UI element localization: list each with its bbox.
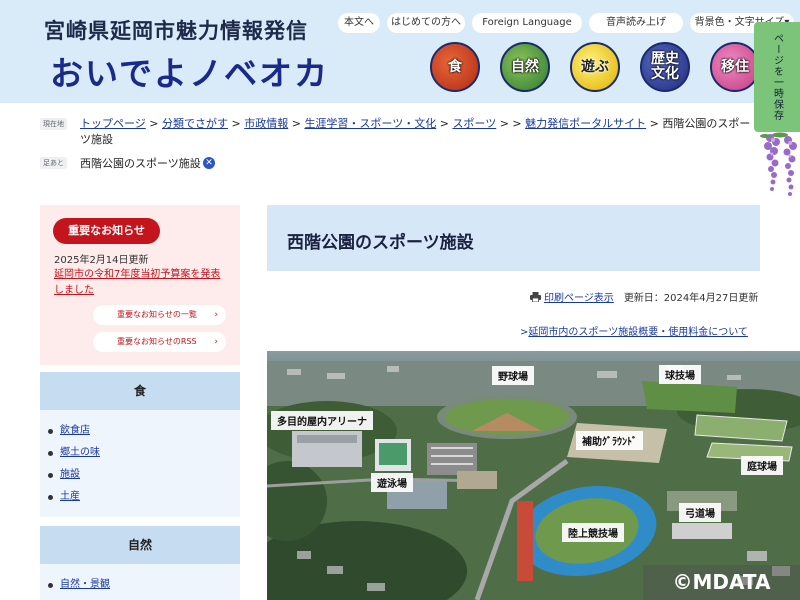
site-subtitle[interactable]: 宮崎県延岡市魅力情報発信: [44, 15, 308, 45]
migration-label: 移住: [721, 58, 749, 75]
close-icon[interactable]: ✕: [203, 157, 215, 169]
save-page-label: ページを一時保存: [771, 33, 783, 121]
site-logo[interactable]: おいでよノベオカ: [50, 47, 329, 95]
first-visitors-button[interactable]: はじめての方へ: [387, 13, 465, 33]
breadcrumb-city-info[interactable]: 市政情報: [244, 117, 288, 130]
skip-to-content-button[interactable]: 本文へ: [338, 13, 380, 33]
sidebar-item-souvenirs[interactable]: 土産: [48, 486, 240, 508]
updated-date: 更新日：2024年4月27日更新: [623, 293, 759, 304]
breadcrumb: トップページ > 分類でさがす > 市政情報 > 生涯学習・スポーツ・文化 > …: [80, 117, 751, 146]
label-archery: 弓道場: [679, 503, 721, 522]
label-swimming: 遊泳場: [371, 473, 413, 492]
play-label: 遊ぶ: [581, 58, 609, 75]
breadcrumb-lifelong-learning[interactable]: 生涯学習・スポーツ・文化: [304, 117, 436, 130]
sidebar-section-food: 食 飲食店 郷土の味 施設 土産: [40, 372, 240, 517]
notice-list-label: 重要なお知らせの一覧: [117, 310, 197, 319]
page-title: 西階公園のスポーツ施設: [287, 233, 474, 253]
site-header: 宮崎県延岡市魅力情報発信 おいでよノベオカ 本文へ はじめての方へ Foreig…: [0, 0, 800, 103]
label-baseball: 野球場: [492, 366, 534, 385]
copyright-watermark: ©MDATA: [643, 565, 800, 600]
history-label: 足あと: [40, 157, 67, 169]
related-link-text: 延岡市内のスポーツ施設概要・使用料金について: [528, 327, 748, 338]
sidebar-item-scenery[interactable]: 自然・景観: [48, 574, 240, 596]
notice-rss-label: 重要なお知らせのRSS: [117, 337, 197, 346]
sidebar-section-nature: 自然 自然・景観: [40, 526, 240, 600]
chevron-right-icon: ›: [214, 310, 218, 320]
history-label: 歴史 文化: [651, 51, 679, 82]
print-page-link[interactable]: 印刷ページ表示: [544, 293, 614, 304]
label-auxiliary-ground: 補助ｸﾞﾗｳﾝﾄﾞ: [576, 431, 643, 450]
related-link[interactable]: >延岡市内のスポーツ施設概要・使用料金について: [520, 323, 748, 338]
save-page-tab[interactable]: ページを一時保存: [754, 22, 800, 132]
page-title-box: 西階公園のスポーツ施設: [267, 205, 760, 271]
footprint-item[interactable]: 西階公園のスポーツ施設: [80, 155, 201, 171]
breadcrumb-sports[interactable]: スポーツ: [452, 117, 496, 130]
current-location-label: 現在地: [40, 118, 67, 130]
breadcrumb-top[interactable]: トップページ: [80, 117, 146, 130]
important-notices: 重要なお知らせ 2025年2月14日更新 延岡市の令和7年度当初予算案を発表しま…: [40, 205, 240, 365]
category-play[interactable]: 遊ぶ: [570, 42, 620, 92]
utility-nav: 本文へ はじめての方へ Foreign Language 音声読み上げ 背景色・…: [338, 13, 794, 33]
nature-label: 自然: [511, 58, 539, 75]
print-icon: [530, 292, 541, 302]
breadcrumb-category[interactable]: 分類でさがす: [162, 117, 228, 130]
category-nav: 食 自然 遊ぶ 歴史 文化 移住: [430, 42, 760, 92]
notice-link[interactable]: 延岡市の令和7年度当初予算案を発表しました: [54, 267, 230, 299]
chevron-right-icon: ›: [214, 337, 218, 347]
notice-badge: 重要なお知らせ: [53, 218, 160, 244]
sidebar-item-facilities[interactable]: 施設: [48, 464, 240, 486]
sidebar-heading-food: 食: [40, 372, 240, 410]
text-to-speech-button[interactable]: 音声読み上げ: [589, 13, 683, 33]
aerial-photo-image: [267, 351, 800, 600]
label-indoor-arena: 多目的屋内アリーナ: [271, 411, 373, 430]
sidebar-item-local-cuisine[interactable]: 郷土の味: [48, 442, 240, 464]
breadcrumb-portal[interactable]: 魅力発信ポータルサイト: [525, 117, 646, 130]
category-nature[interactable]: 自然: [500, 42, 550, 92]
category-migration[interactable]: 移住: [710, 42, 760, 92]
notice-rss-button[interactable]: 重要なお知らせのRSS ›: [93, 332, 226, 352]
sidebar-list-nature: 自然・景観: [40, 564, 240, 596]
sidebar-list-food: 飲食店 郷土の味 施設 土産: [40, 410, 240, 508]
aerial-photo: 野球場 球技場 多目的屋内アリーナ 補助ｸﾞﾗｳﾝﾄﾞ 庭球場 遊泳場 弓道場 …: [267, 351, 800, 600]
label-track-stadium: 陸上競技場: [562, 523, 624, 542]
label-tennis-courts: 庭球場: [741, 456, 783, 475]
foreign-language-button[interactable]: Foreign Language: [472, 13, 582, 33]
notice-list-button[interactable]: 重要なお知らせの一覧 ›: [93, 305, 226, 325]
wisteria-decoration: [760, 132, 797, 196]
page-meta: 印刷ページ表示 更新日：2024年4月27日更新: [530, 289, 758, 304]
label-ball-field: 球技場: [659, 365, 701, 384]
sidebar-item-restaurants[interactable]: 飲食店: [48, 420, 240, 442]
sidebar-heading-nature: 自然: [40, 526, 240, 564]
category-history[interactable]: 歴史 文化: [640, 42, 690, 92]
notice-date: 2025年2月14日更新: [54, 255, 149, 266]
food-label: 食: [448, 58, 462, 75]
category-food[interactable]: 食: [430, 42, 480, 92]
